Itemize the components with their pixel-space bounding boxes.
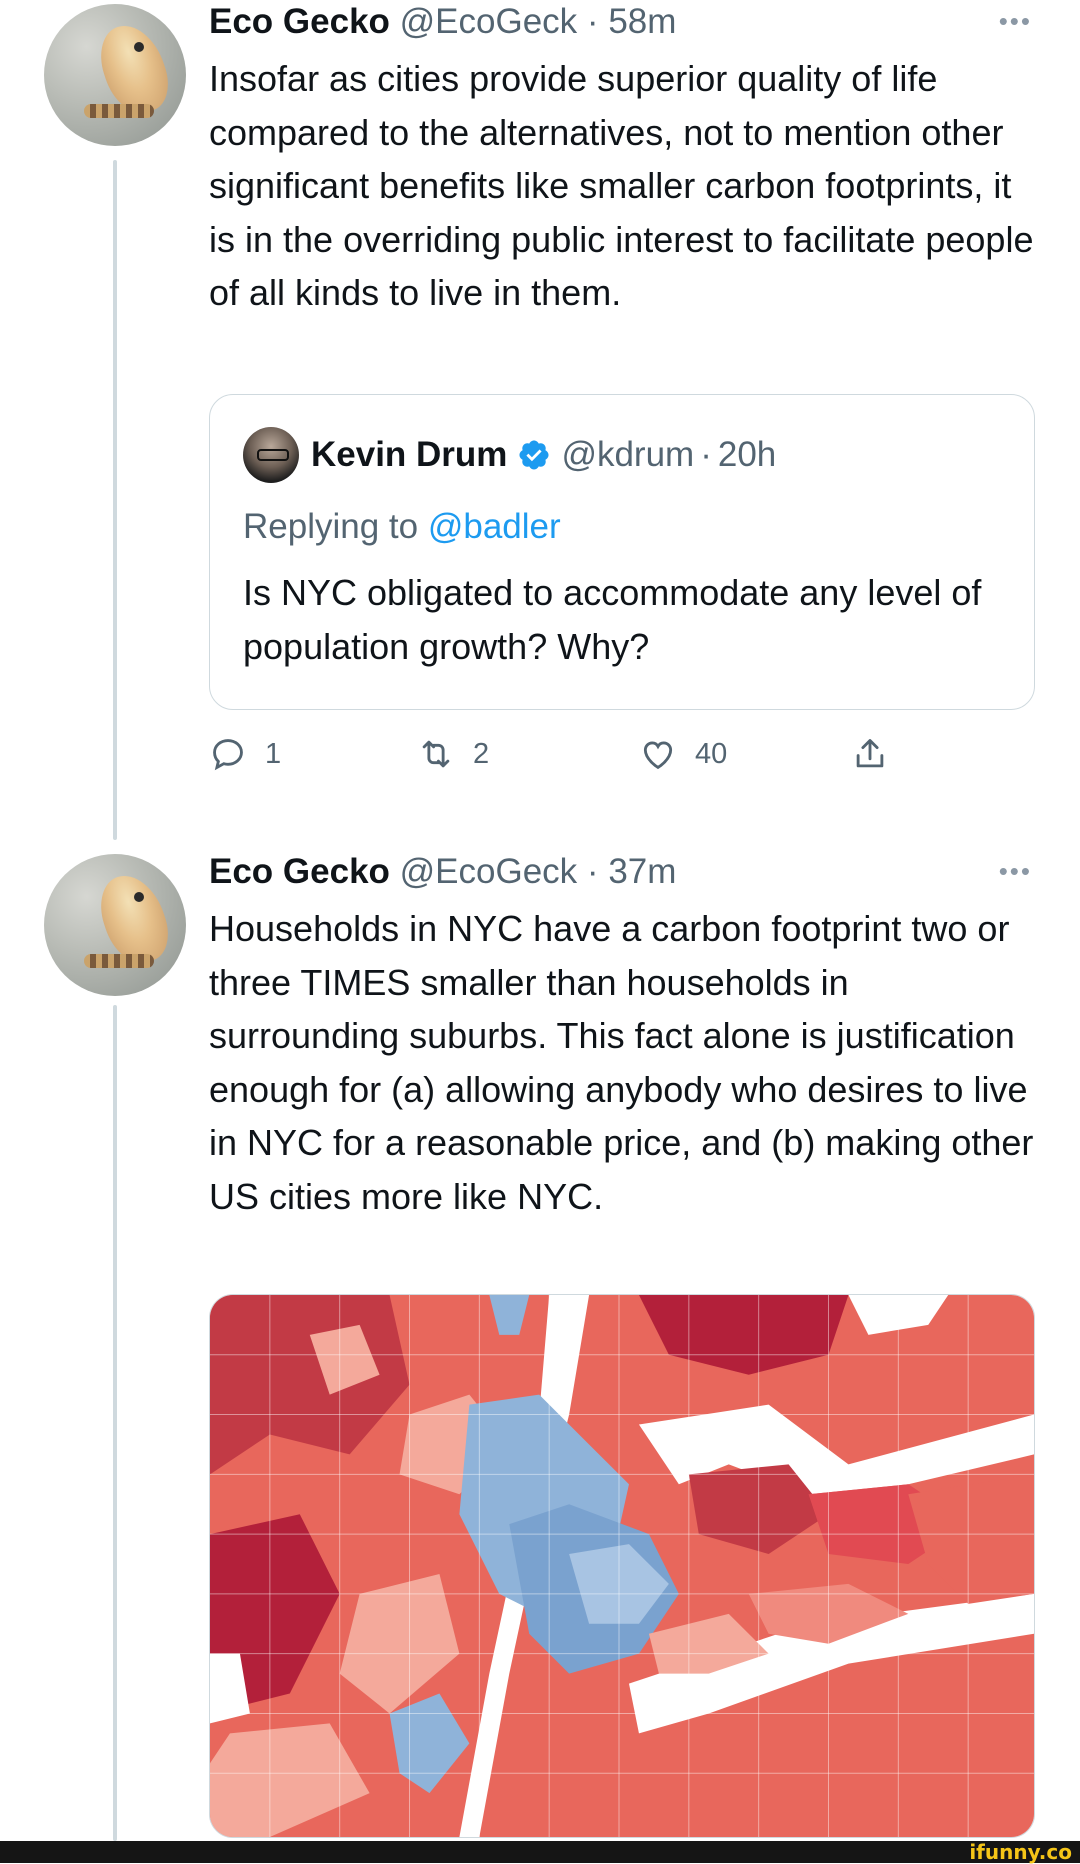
reply-button[interactable]: 1 [209, 735, 281, 773]
quote-separator-dot: · [700, 435, 712, 474]
share-icon [856, 739, 884, 768]
author-name[interactable]: Eco Gecko [209, 2, 390, 41]
replying-prefix: Replying to [243, 507, 419, 546]
avatar[interactable] [44, 854, 186, 996]
retweet-count: 2 [473, 737, 490, 770]
map-graphic [210, 1295, 1034, 1837]
quote-author-handle: @kdrum [561, 435, 695, 474]
reply-icon [213, 739, 243, 771]
tweet-text: Insofar as cities provide superior quali… [209, 58, 1034, 313]
gecko-tail [84, 954, 154, 968]
share-button[interactable] [851, 735, 907, 773]
watermark-bar [0, 1841, 1080, 1863]
tweet-1[interactable]: Eco Gecko @EcoGeck · 58m ••• Insofar as … [0, 0, 1080, 830]
ifunny-watermark: ifunny.co [961, 1841, 1080, 1863]
retweet-icon [422, 740, 450, 768]
tweet-time[interactable]: 37m [608, 852, 676, 891]
like-button[interactable]: 40 [639, 735, 727, 773]
separator-dot: · [586, 852, 599, 891]
avatar[interactable] [44, 4, 186, 146]
separator-dot: · [586, 2, 599, 41]
gecko-eye [134, 892, 144, 902]
like-count: 40 [695, 737, 728, 770]
author-handle[interactable]: @EcoGeck [400, 852, 578, 891]
like-icon [643, 741, 673, 770]
retweet-button[interactable]: 2 [417, 735, 489, 773]
quote-author-name: Kevin Drum [311, 435, 508, 474]
glasses-shape [257, 449, 289, 461]
tweet-header: Eco Gecko @EcoGeck · 37m [209, 850, 676, 894]
quote-header: Kevin Drum @kdrum · 20h [243, 425, 776, 485]
reply-count: 1 [265, 737, 282, 770]
quote-text: Is NYC obligated to accommodate any leve… [243, 572, 982, 667]
quote-time: 20h [717, 435, 777, 474]
tweet-header: Eco Gecko @EcoGeck · 58m [209, 0, 676, 44]
more-icon[interactable]: ••• [999, 858, 1032, 884]
author-name[interactable]: Eco Gecko [209, 852, 390, 891]
replying-to: Replying to @badler [243, 507, 561, 547]
replying-mention[interactable]: @badler [428, 507, 561, 546]
more-icon[interactable]: ••• [999, 8, 1032, 34]
gecko-tail [84, 104, 154, 118]
action-bar: 1 2 40 [209, 735, 1039, 785]
carbon-footprint-map-image[interactable] [209, 1294, 1035, 1838]
tweet-time[interactable]: 58m [608, 2, 676, 41]
quote-avatar [243, 427, 299, 483]
author-handle[interactable]: @EcoGeck [400, 2, 578, 41]
tweet-2[interactable]: Eco Gecko @EcoGeck · 37m ••• Households … [0, 850, 1080, 1863]
quoted-tweet[interactable]: Kevin Drum @kdrum · 20h Replying to @bad… [209, 394, 1035, 710]
verified-badge-icon [519, 440, 549, 470]
tweet-text: Households in NYC have a carbon footprin… [209, 908, 1034, 1217]
gecko-eye [134, 42, 144, 52]
